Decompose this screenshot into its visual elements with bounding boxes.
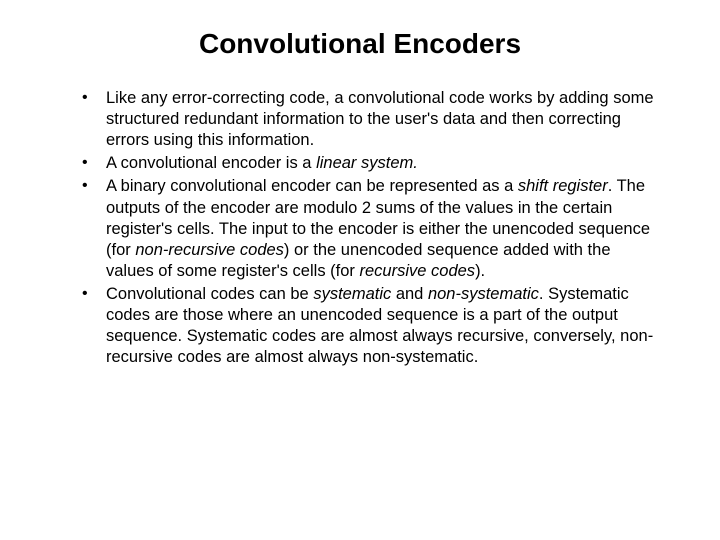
bullet-text-italic: linear system. xyxy=(316,154,418,172)
bullet-text: and xyxy=(391,285,428,303)
bullet-item: A convolutional encoder is a linear syst… xyxy=(78,153,660,174)
bullet-text-italic: shift register xyxy=(518,177,608,195)
bullet-item: Like any error-correcting code, a convol… xyxy=(78,88,660,151)
bullet-text: Convolutional codes can be xyxy=(106,285,313,303)
bullet-item: Convolutional codes can be systematic an… xyxy=(78,284,660,368)
bullet-text-italic: systematic xyxy=(313,285,391,303)
bullet-text-italic: recursive codes xyxy=(360,262,476,280)
bullet-text: A convolutional encoder is a xyxy=(106,154,316,172)
slide: Convolutional Encoders Like any error-co… xyxy=(0,0,720,540)
slide-title: Convolutional Encoders xyxy=(50,28,670,60)
bullet-text-italic: non-systematic xyxy=(428,285,539,303)
bullet-item: A binary convolutional encoder can be re… xyxy=(78,176,660,282)
bullet-list: Like any error-correcting code, a convol… xyxy=(50,88,670,368)
bullet-text: A binary convolutional encoder can be re… xyxy=(106,177,518,195)
bullet-text: Like any error-correcting code, a convol… xyxy=(106,89,654,149)
bullet-text: ). xyxy=(475,262,485,280)
bullet-text-italic: non-recursive codes xyxy=(135,241,284,259)
